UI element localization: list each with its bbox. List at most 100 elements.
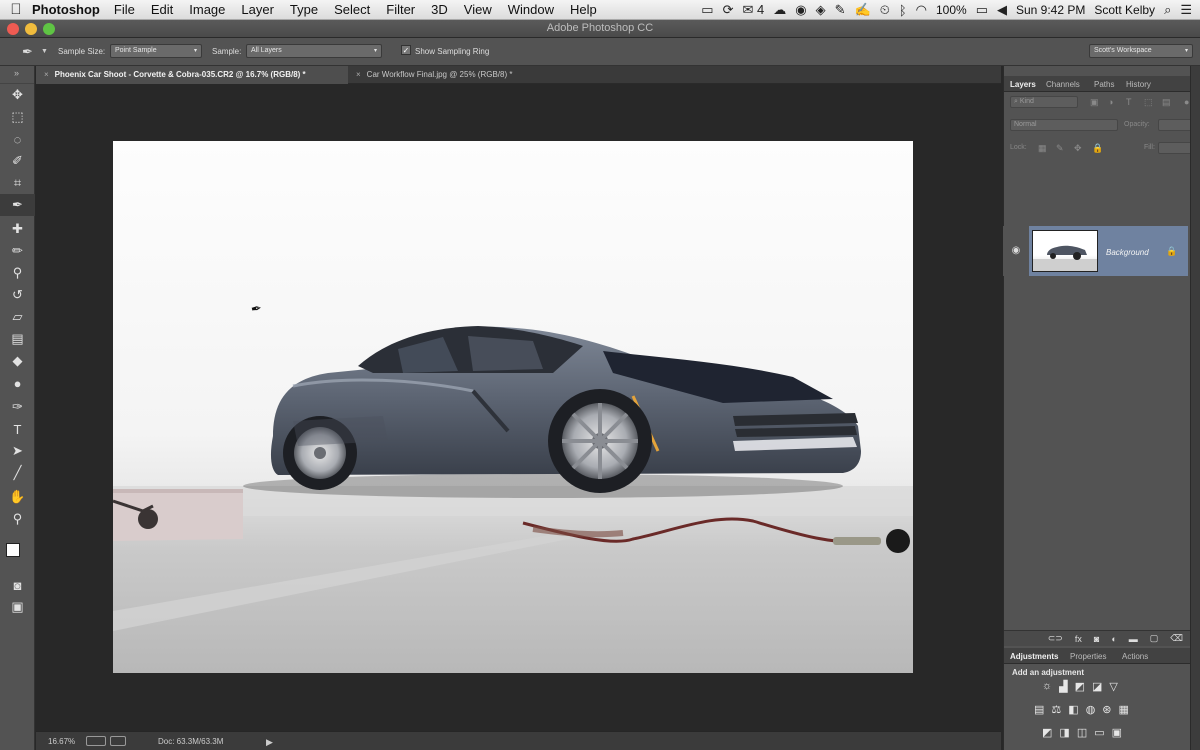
link-layers-icon[interactable]: ⊂⊃ xyxy=(1048,633,1063,644)
vibrance-icon[interactable]: ▽ xyxy=(1109,680,1117,693)
smart-object-filter-icon[interactable]: ▤ xyxy=(1162,97,1171,108)
cloud-icon[interactable]: ☁ xyxy=(773,2,786,18)
gradient-tool-icon[interactable]: ▤ xyxy=(0,328,35,350)
new-layer-icon[interactable]: ▢ xyxy=(1150,633,1159,644)
workspace-select[interactable]: Scott's Workspace ▾ xyxy=(1089,44,1193,58)
canvas-area[interactable]: ✒ xyxy=(36,85,1001,730)
brush-tool-icon[interactable]: ✏ xyxy=(0,240,35,262)
gradient-map-icon[interactable]: ▭ xyxy=(1094,726,1104,739)
bluetooth-icon[interactable]: ᛒ xyxy=(899,3,907,18)
status-menu-arrow-icon[interactable]: ▶ xyxy=(266,737,273,748)
layer-lock-icon[interactable]: 🔒 xyxy=(1166,246,1177,257)
lock-transparent-icon[interactable]: ▦ xyxy=(1038,143,1047,154)
hand-tool-icon[interactable]: ✋ xyxy=(0,486,35,508)
show-sampling-ring-checkbox[interactable]: ✓ xyxy=(401,45,411,55)
lock-position-icon[interactable]: ✥ xyxy=(1074,143,1082,154)
menu-help[interactable]: Help xyxy=(570,2,597,17)
sample-size-select[interactable]: Point Sample ▾ xyxy=(110,44,202,58)
path-selection-tool-icon[interactable]: ➤ xyxy=(0,440,35,462)
line-tool-icon[interactable]: ╱ xyxy=(0,462,35,484)
battery-icon[interactable]: ▭ xyxy=(976,2,988,18)
menu-edit[interactable]: Edit xyxy=(151,2,173,17)
posterize-icon[interactable]: ◨ xyxy=(1059,726,1069,739)
tool-preset-caret-icon[interactable]: ▼ xyxy=(41,48,48,55)
chrome-icon[interactable]: ◉ xyxy=(795,2,806,18)
volume-icon[interactable]: ◀ xyxy=(997,2,1007,18)
menu-layer[interactable]: Layer xyxy=(241,2,274,17)
new-group-icon[interactable]: ▬ xyxy=(1129,634,1138,644)
zoom-tool-icon[interactable]: ⚲ xyxy=(0,508,35,530)
eyedropper-tool-icon[interactable]: ✒ xyxy=(0,194,35,216)
tab-adjustments[interactable]: Adjustments xyxy=(1010,652,1058,661)
eyedropper-icon[interactable]: ✒ xyxy=(22,44,33,60)
wrench-icon[interactable]: ✎ xyxy=(835,2,846,18)
sync-icon[interactable]: ⟳ xyxy=(723,2,734,18)
exposure-icon[interactable]: ◪ xyxy=(1092,680,1102,693)
dropbox-icon[interactable]: ◈ xyxy=(816,2,826,18)
new-adjustment-layer-icon[interactable]: ◐ xyxy=(1111,634,1116,644)
color-balance-icon[interactable]: ⚖ xyxy=(1051,703,1061,716)
layer-name[interactable]: Background xyxy=(1106,248,1149,257)
lock-all-icon[interactable]: 🔒 xyxy=(1092,143,1103,154)
quick-select-tool-icon[interactable]: ✐ xyxy=(0,150,35,172)
time-machine-icon[interactable]: ⏲ xyxy=(880,2,890,18)
spotlight-icon[interactable]: ⌕ xyxy=(1164,2,1171,18)
apple-menu-icon[interactable]:  xyxy=(0,1,32,18)
lasso-tool-icon[interactable]: ◌ xyxy=(0,128,35,150)
healing-brush-tool-icon[interactable]: ✚ xyxy=(0,218,35,240)
blend-mode-select[interactable]: Normal xyxy=(1010,119,1118,131)
menu-type[interactable]: Type xyxy=(290,2,318,17)
notification-center-icon[interactable]: ☰ xyxy=(1180,2,1192,18)
document-tab-car-workflow[interactable]: × Car Workflow Final.jpg @ 25% (RGB/8) * xyxy=(348,66,568,84)
layer-mask-icon[interactable]: ◙ xyxy=(1094,634,1099,644)
document-tab-corvette[interactable]: × Phoenix Car Shoot - Corvette & Cobra-03… xyxy=(36,66,348,84)
invert-icon[interactable]: ◩ xyxy=(1042,726,1052,739)
layer-thumbnail[interactable] xyxy=(1032,230,1098,272)
clock[interactable]: Sun 9:42 PM xyxy=(1016,3,1085,17)
tab-actions[interactable]: Actions xyxy=(1122,652,1148,661)
hue-saturation-icon[interactable]: ▤ xyxy=(1034,703,1044,716)
fill-input[interactable] xyxy=(1158,142,1192,154)
display-icon[interactable]: ▭ xyxy=(701,2,713,18)
history-brush-tool-icon[interactable]: ↺ xyxy=(0,284,35,306)
quick-mask-icon[interactable]: ◙ xyxy=(0,574,35,596)
clone-stamp-tool-icon[interactable]: ⚲ xyxy=(0,262,35,284)
menu-3d[interactable]: 3D xyxy=(431,2,448,17)
tab-history[interactable]: History xyxy=(1126,80,1151,89)
close-tab-icon[interactable]: × xyxy=(44,70,49,79)
shape-filter-icon[interactable]: ⬚ xyxy=(1144,97,1153,108)
marquee-tool-icon[interactable]: ⬚ xyxy=(0,106,35,128)
move-tool-icon[interactable]: ✥ xyxy=(0,84,35,106)
menu-filter[interactable]: Filter xyxy=(386,2,415,17)
wifi-icon[interactable]: ◠ xyxy=(916,2,927,18)
menu-select[interactable]: Select xyxy=(334,2,370,17)
foreground-color-swatch[interactable] xyxy=(6,543,20,557)
black-white-icon[interactable]: ◧ xyxy=(1068,703,1078,716)
screen-mode-icon[interactable]: ▣ xyxy=(0,596,35,618)
brightness-contrast-icon[interactable]: ☼ xyxy=(1042,680,1052,693)
document-image-corvette[interactable] xyxy=(113,141,913,673)
app-menu[interactable]: Photoshop xyxy=(32,2,100,17)
user-name[interactable]: Scott Kelby xyxy=(1094,3,1155,17)
tab-layers[interactable]: Layers xyxy=(1010,80,1036,89)
tab-paths[interactable]: Paths xyxy=(1094,80,1114,89)
selective-color-icon[interactable]: ▣ xyxy=(1112,726,1122,739)
menu-file[interactable]: File xyxy=(114,2,135,17)
mail-badge-icon[interactable]: ✉ 4 xyxy=(743,2,765,18)
crop-tool-icon[interactable]: ⌗ xyxy=(0,172,35,194)
menu-image[interactable]: Image xyxy=(189,2,225,17)
type-filter-icon[interactable]: T xyxy=(1126,97,1132,107)
layer-filter-select[interactable]: ⌕ Kind xyxy=(1010,96,1078,108)
menu-view[interactable]: View xyxy=(464,2,492,17)
color-swatches[interactable] xyxy=(6,543,30,565)
tab-channels[interactable]: Channels xyxy=(1046,80,1080,89)
threshold-icon[interactable]: ◫ xyxy=(1077,726,1087,739)
close-tab-icon[interactable]: × xyxy=(356,70,361,79)
layer-visibility-eye-icon[interactable]: ◉ xyxy=(1003,226,1029,276)
curves-icon[interactable]: ◩ xyxy=(1075,680,1085,693)
layer-style-icon[interactable]: fx xyxy=(1075,634,1082,644)
proof-icon[interactable] xyxy=(110,736,126,746)
adjustment-filter-icon[interactable]: ◑ xyxy=(1108,97,1113,107)
filter-toggle-icon[interactable]: ● xyxy=(1184,97,1189,107)
opacity-input[interactable] xyxy=(1158,119,1192,131)
